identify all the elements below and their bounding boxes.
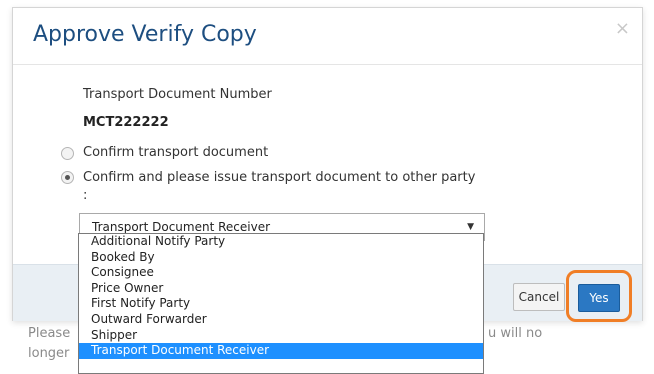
dialog-title: Approve Verify Copy [33,22,257,47]
close-icon[interactable]: × [615,20,630,38]
background-line-1-right: u will no [488,326,543,341]
yes-button-highlight: Yes [566,270,632,322]
page: Please u will no longer Approve Verify C… [0,0,654,374]
transport-document-number-value: MCT222222 [83,115,169,130]
transport-document-number-label: Transport Document Number [83,87,272,102]
cancel-button[interactable]: Cancel [513,283,565,311]
dropdown-option-shipper[interactable]: Shipper [79,328,483,344]
other-party-dropdown-list: Additional Notify Party Booked By Consig… [78,233,484,374]
dropdown-option-first-notify-party[interactable]: First Notify Party [79,296,483,312]
dropdown-option-outward-forwarder[interactable]: Outward Forwarder [79,312,483,328]
select-value: Transport Document Receiver [92,220,271,234]
yes-button[interactable]: Yes [578,284,620,312]
dropdown-option-booked-by[interactable]: Booked By [79,250,483,266]
dropdown-option-additional-notify-party[interactable]: Additional Notify Party [79,234,483,250]
radio-label: Confirm and please issue transport docum… [83,170,476,203]
dropdown-option-transport-document-receiver[interactable]: Transport Document Receiver [79,343,483,359]
dialog-header: Approve Verify Copy × [13,8,642,65]
radio-button-checked[interactable] [61,171,74,184]
dropdown-option-price-owner[interactable]: Price Owner [79,281,483,297]
radio-label: Confirm transport document [83,145,269,160]
dropdown-option-consignee[interactable]: Consignee [79,265,483,281]
background-line-1-left: Please [28,326,71,341]
radio-button-unchecked[interactable] [61,147,74,160]
